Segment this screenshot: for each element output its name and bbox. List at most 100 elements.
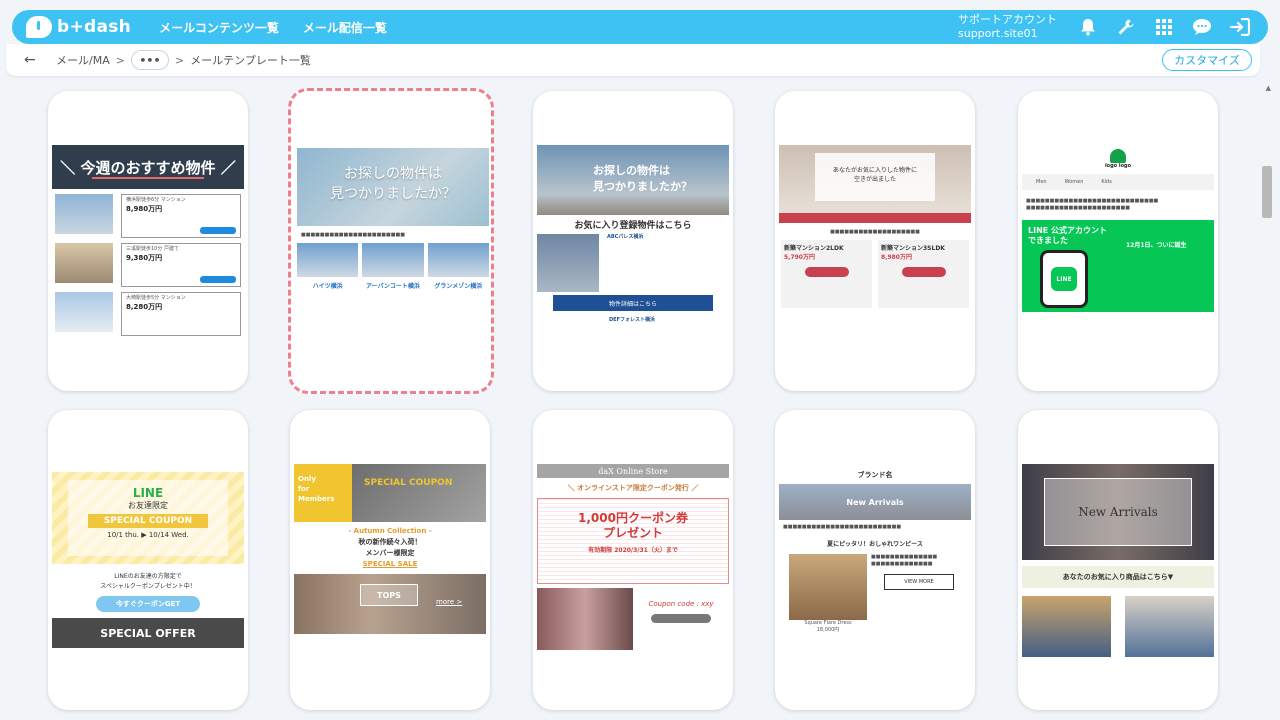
template-card[interactable]: ブランド名 New Arrivals ■■■■■■■■■■■■■■■■■■■■■… (775, 410, 975, 710)
thumb-item-name: ABCパレス横浜 (607, 234, 644, 240)
breadcrumb-mail-ma[interactable]: メール/MA (56, 52, 110, 68)
thumb-coupon: 1,000円クーポン券 プレゼント 有効期限 2020/3/31（火）まで (537, 498, 729, 584)
template-card[interactable]: Only for Members SPECIAL COUPON - Autumn… (290, 410, 490, 710)
thumb-collection: - Autumn Collection - (348, 527, 432, 535)
thumb-date: 12月1日、ついに誕生 (1126, 242, 1187, 249)
thumb-item: 三溪駅徒歩10分 戸建て 9,380万円 (55, 243, 241, 287)
thumb-text: 三溪駅徒歩10分 戸建て (126, 246, 179, 252)
nav-mail-contents[interactable]: メールコンテンツ一覧 (159, 19, 279, 36)
template-card[interactable]: New Arrivals あなたのお気に入り商品はこちら▼ (1018, 410, 1218, 710)
thumb-price: 5,790万円 (784, 254, 815, 261)
template-card[interactable]: ＼ 今週のおすすめ物件 ／ 横浜駅徒歩6分 マンション 8,980万円 三溪駅徒歩… (48, 91, 248, 391)
thumb-text: 大崎駅徒歩5分 マンション (126, 295, 186, 301)
logout-icon[interactable] (1230, 17, 1250, 37)
thumb-line1: 秋の新作続々入荷！ (358, 538, 422, 546)
template-card[interactable]: logo logo Men Women Kids ■■■■■■■■■■■■■■■… (1018, 91, 1218, 391)
account-name: サポートアカウント (958, 13, 1057, 26)
thumb-hero: New Arrivals (1022, 464, 1214, 560)
thumb-text: 横浜駅徒歩6分 マンション (126, 197, 186, 203)
grid-icon[interactable] (1154, 17, 1174, 37)
phone-icon: LINE (1040, 250, 1088, 308)
thumb-hero: お探しの物件は 見つかりましたか？ (537, 145, 729, 215)
thumb-tag: Only for Members (294, 464, 352, 522)
back-arrow-icon[interactable]: ← (24, 52, 40, 68)
main-nav: メールコンテンツ一覧 メール配信一覧 (159, 19, 387, 36)
thumb-image (1022, 596, 1111, 657)
account-site: support.site01 (958, 27, 1038, 40)
thumb-price: 9,380万円 (126, 254, 163, 262)
template-card-selected[interactable]: お探しの物件は 見つかりましたか？ ■■■■■■■■■■■■■■■■■■■■■■… (288, 88, 494, 394)
thumb-limited: お友達限定 (128, 501, 168, 510)
thumb-item-name: 新築マンション3SLDK (881, 245, 945, 252)
thumb-line2: メンバー様限定 (365, 549, 415, 557)
breadcrumb-ellipsis-button[interactable]: ••• (130, 50, 169, 70)
thumb-hero-text: あなたがお気に入りした物件に 空きが出ました (815, 153, 935, 201)
thumb-item: 横浜駅徒歩6分 マンション 8,980万円 (55, 194, 241, 238)
template-card[interactable]: お探しの物件は 見つかりましたか？ お気に入り登録物件はこちら ABCパレス横浜… (533, 91, 733, 391)
thumb-hero: New Arrivals (779, 484, 971, 520)
thumb-tab: Men (1036, 178, 1047, 185)
thumb-image (537, 234, 599, 292)
page-scrollbar[interactable]: ▲ (1262, 84, 1272, 720)
thumb-coupon-label: SPECIAL COUPON (352, 464, 486, 522)
scroll-thumb[interactable] (1262, 166, 1272, 218)
thumb-hero-text: お探しの物件は 見つかりましたか？ (330, 166, 456, 202)
bell-icon[interactable] (1078, 17, 1098, 37)
thumb-subtitle: ＼ オンラインストア限定クーポン発行 ／ (567, 484, 699, 492)
thumb-line: LINE (132, 486, 164, 500)
thumb-tab: Women (1064, 178, 1084, 185)
breadcrumb-separator: > (174, 53, 185, 67)
thumb-image (789, 554, 867, 620)
thumb-button: 今すぐクーポンGET (96, 596, 200, 612)
thumb-tab: Kids (1101, 178, 1112, 185)
thumb-image (1125, 596, 1214, 657)
thumb-button (200, 227, 236, 234)
scroll-up-icon[interactable]: ▲ (1266, 84, 1271, 92)
thumb-hero: あなたがお気に入りした物件に 空きが出ました (779, 145, 971, 213)
thumb-dates: 10/1 thu. ▶ 10/14 Wed. (107, 531, 189, 539)
template-thumbnail: Only for Members SPECIAL COUPON - Autumn… (294, 464, 486, 657)
customize-button[interactable]: カスタマイズ (1162, 49, 1252, 71)
thumb-price: 8,980万円 (881, 254, 912, 261)
thumb-store: daX Online Store (537, 464, 729, 478)
thumb-images (297, 243, 489, 277)
thumb-logo: logo logo (1104, 163, 1132, 169)
thumb-amount: 1,000円クーポン券 (578, 511, 688, 525)
template-thumbnail: ブランド名 New Arrivals ■■■■■■■■■■■■■■■■■■■■■… (779, 464, 971, 657)
template-thumbnail: あなたがお気に入りした物件に 空きが出ました ■■■■■■■■■■■■■■■■■… (779, 145, 971, 338)
breadcrumb: ← メール/MA > ••• > メールテンプレート一覧 カスタマイズ (6, 44, 1260, 76)
template-card[interactable]: LINE お友達限定 SPECIAL COUPON 10/1 thu. ▶ 10… (48, 410, 248, 710)
thumb-tops: TOPS (360, 584, 418, 606)
template-card[interactable]: daX Online Store ＼ オンラインストア限定クーポン発行 ／ 1,… (533, 410, 733, 710)
thumb-image (55, 194, 113, 234)
thumb-name: ハイツ横浜 (312, 283, 343, 290)
thumb-button (804, 267, 849, 277)
chat-icon[interactable] (1192, 17, 1212, 37)
template-thumbnail: お探しの物件は 見つかりましたか？ ■■■■■■■■■■■■■■■■■■■■■■… (297, 148, 489, 341)
thumb-title: お気に入り登録物件はこちら (574, 221, 692, 231)
template-thumbnail: お探しの物件は 見つかりましたか？ お気に入り登録物件はこちら ABCパレス横浜… (537, 145, 729, 338)
thumb-image (55, 243, 113, 283)
app-logo[interactable]: b+dash (26, 10, 131, 44)
thumb-button (200, 276, 236, 283)
thumb-coupon: LINE お友達限定 SPECIAL COUPON 10/1 thu. ▶ 10… (52, 472, 244, 564)
template-thumbnail: LINE お友達限定 SPECIAL COUPON 10/1 thu. ▶ 10… (52, 472, 244, 665)
thumb-price: 8,280万円 (126, 303, 163, 311)
thumb-title: ＼ 今週のおすすめ物件 ／ (52, 145, 244, 189)
template-thumbnail: daX Online Store ＼ オンラインストア限定クーポン発行 ／ 1,… (537, 464, 729, 657)
thumb-button (651, 614, 711, 623)
thumb-present: プレゼント (602, 526, 663, 540)
thumb-image (55, 292, 113, 332)
template-card[interactable]: あなたがお気に入りした物件に 空きが出ました ■■■■■■■■■■■■■■■■■… (775, 91, 975, 391)
nav-mail-delivery[interactable]: メール配信一覧 (303, 19, 387, 36)
thumb-title: 夏にピッタリ！おしゃれワンピース (827, 541, 923, 548)
template-thumbnail: New Arrivals あなたのお気に入り商品はこちら▼ (1022, 464, 1214, 657)
wrench-icon[interactable] (1116, 17, 1136, 37)
template-thumbnail: ＼ 今週のおすすめ物件 ／ 横浜駅徒歩6分 マンション 8,980万円 三溪駅徒歩… (52, 145, 244, 338)
thumb-message: LINEのお友達の方限定で スペシャルクーポンプレゼント中！ (100, 573, 196, 590)
account-info[interactable]: サポートアカウント support.site01 (958, 13, 1057, 41)
thumb-names: ハイツ横浜 アーバンコート横浜 グランメゾン横浜 (297, 281, 489, 290)
thumb-coupon-label: SPECIAL COUPON (88, 514, 208, 528)
thumb-hero: お探しの物件は 見つかりましたか？ (297, 148, 489, 226)
thumb-brand: ブランド名 (857, 471, 893, 479)
